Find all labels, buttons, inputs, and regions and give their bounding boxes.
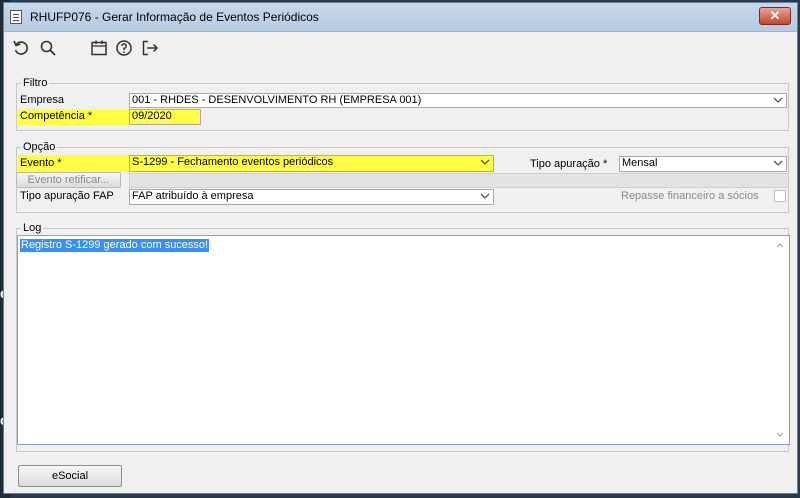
- chevron-down-icon[interactable]: [480, 157, 490, 167]
- chevron-down-icon[interactable]: [480, 191, 490, 201]
- tipo-apuracao-fap-value: FAP atribuído à empresa: [132, 190, 254, 202]
- competencia-label: Competência *: [18, 109, 130, 125]
- chevron-down-icon[interactable]: [773, 158, 783, 168]
- log-legend: Log: [21, 222, 44, 234]
- evento-retificar-field: [129, 173, 789, 188]
- opcao-legend: Opção: [21, 141, 58, 153]
- toolbar: [4, 31, 797, 65]
- repasse-checkbox[interactable]: [774, 190, 786, 202]
- tipo-apuracao-select[interactable]: Mensal: [619, 156, 787, 172]
- filtro-legend: Filtro: [21, 77, 50, 89]
- tipo-apuracao-fap-select[interactable]: FAP atribuído à empresa: [129, 189, 494, 205]
- dialog-window: RHUFP076 - Gerar Informação de Eventos P…: [3, 2, 798, 494]
- window-title: RHUFP076 - Gerar Informação de Eventos P…: [30, 10, 319, 24]
- evento-retificar-button[interactable]: Evento retificar...: [16, 172, 121, 188]
- tipo-apuracao-value: Mensal: [622, 157, 658, 169]
- chevron-down-icon[interactable]: [773, 95, 783, 105]
- tipo-apuracao-label: Tipo apuração *: [530, 158, 608, 170]
- evento-label: Evento *: [18, 155, 130, 172]
- calendar-icon[interactable]: [90, 39, 108, 57]
- exit-icon[interactable]: [141, 39, 159, 57]
- scroll-up-icon[interactable]: [775, 240, 785, 250]
- repasse-label: Repasse financeiro a sócios: [621, 190, 759, 202]
- document-icon: [10, 10, 22, 24]
- refresh-icon[interactable]: [12, 39, 30, 57]
- empresa-value: 001 - RHDES - DESENVOLVIMENTO RH (EMPRES…: [132, 94, 422, 106]
- title-bar: RHUFP076 - Gerar Informação de Eventos P…: [4, 3, 797, 32]
- competencia-input[interactable]: 09/2020: [129, 109, 201, 125]
- empresa-label: Empresa: [20, 94, 65, 106]
- log-scrollbar[interactable]: [773, 238, 787, 442]
- tipo-apuracao-fap-label: Tipo apuração FAP: [20, 190, 114, 202]
- esocial-button[interactable]: eSocial: [18, 465, 122, 487]
- evento-select[interactable]: S-1299 - Fechamento eventos periódicos: [129, 155, 494, 172]
- close-button[interactable]: ✕: [759, 7, 791, 25]
- empresa-select[interactable]: 001 - RHDES - DESENVOLVIMENTO RH (EMPRES…: [129, 93, 787, 108]
- log-textarea[interactable]: Registro S-1299 gerado com sucesso!: [17, 235, 790, 445]
- help-icon[interactable]: [115, 39, 133, 57]
- log-line: Registro S-1299 gerado com sucesso!: [20, 239, 210, 252]
- scroll-down-icon[interactable]: [775, 430, 785, 440]
- search-icon[interactable]: [39, 39, 57, 57]
- evento-value: S-1299 - Fechamento eventos periódicos: [132, 156, 334, 168]
